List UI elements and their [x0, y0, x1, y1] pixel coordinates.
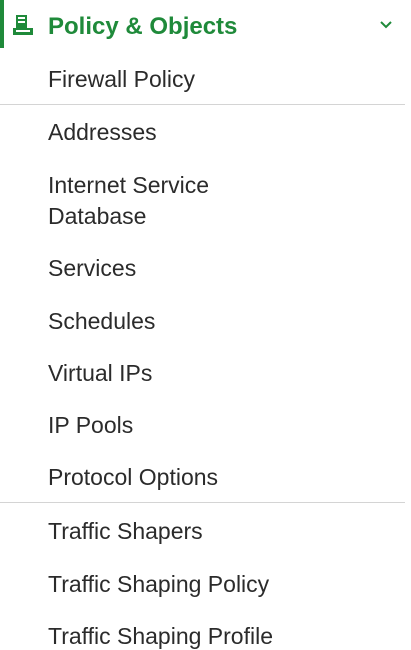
nav-item-virtual-ips[interactable]: Virtual IPs	[48, 358, 152, 388]
nav-item-ip-pools[interactable]: IP Pools	[48, 410, 133, 440]
nav-item-protocol-options[interactable]: Protocol Options	[48, 462, 218, 492]
nav-item-schedules[interactable]: Schedules	[48, 306, 155, 336]
nav-item-traffic-shaping-profile[interactable]: Traffic Shaping Profile	[48, 621, 273, 650]
nav-item-internet-service-database-line1[interactable]: Internet Service	[48, 170, 209, 200]
section-header-policy-objects[interactable]: Policy & Objects	[0, 0, 411, 54]
nav-item-traffic-shapers[interactable]: Traffic Shapers	[48, 516, 203, 546]
divider	[0, 502, 405, 503]
nav-item-internet-service-database-line2[interactable]: Database	[48, 201, 146, 231]
chevron-down-icon[interactable]	[379, 18, 393, 32]
nav-item-services[interactable]: Services	[48, 253, 136, 283]
nav-item-addresses[interactable]: Addresses	[48, 117, 157, 147]
section-title: Policy & Objects	[48, 13, 238, 40]
sidebar-nav: Policy & Objects Firewall Policy Address…	[0, 0, 411, 650]
policy-objects-icon	[13, 15, 33, 35]
nav-item-firewall-policy[interactable]: Firewall Policy	[48, 64, 195, 94]
divider	[0, 104, 405, 105]
nav-item-traffic-shaping-policy[interactable]: Traffic Shaping Policy	[48, 569, 269, 599]
